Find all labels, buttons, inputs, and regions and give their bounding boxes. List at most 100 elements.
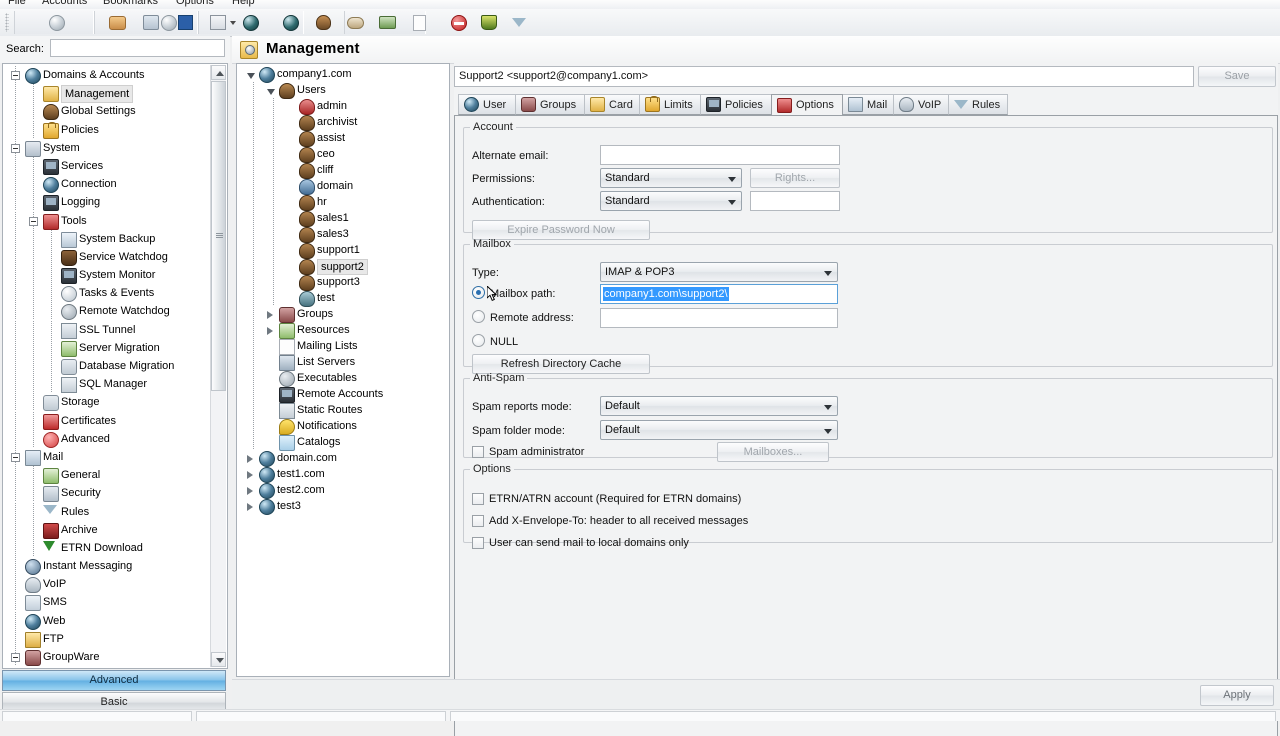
search-input[interactable]: [50, 39, 225, 57]
account-title-field[interactable]: Support2 <support2@company1.com>: [454, 66, 1194, 87]
forward-dropdown[interactable]: [228, 12, 238, 33]
sidebar-item-system[interactable]: System: [3, 138, 213, 157]
test-button[interactable]: [478, 12, 500, 33]
sidebar-item-rules[interactable]: Rules: [3, 502, 213, 521]
tree-item-groups[interactable]: Groups: [237, 306, 449, 323]
tab-policies[interactable]: Policies: [700, 94, 772, 115]
expander-toggle[interactable]: [29, 216, 38, 226]
sidebar-item-database-migration[interactable]: Database Migration: [3, 357, 213, 375]
tree-item-test2-com[interactable]: test2.com: [237, 482, 449, 499]
sidebar-item-archive[interactable]: Archive: [3, 520, 213, 539]
domain-button[interactable]: [280, 12, 302, 33]
sidebar-item-system-backup[interactable]: System Backup: [3, 229, 213, 248]
tree-item-mailing-lists[interactable]: Mailing Lists: [237, 338, 449, 355]
menu-item-accounts[interactable]: Accounts: [42, 0, 87, 7]
permissions-dropdown[interactable]: Standard: [600, 168, 742, 188]
remote-address-radio[interactable]: [472, 310, 485, 323]
expander-toggle[interactable]: [11, 653, 20, 662]
sidebar-item-certificates[interactable]: Certificates: [3, 411, 213, 430]
expander-toggle[interactable]: [267, 327, 273, 335]
navigation-scrollbar[interactable]: [210, 65, 226, 667]
mailbox-type-dropdown[interactable]: IMAP & POP3: [600, 262, 838, 282]
tab-rules[interactable]: Rules: [948, 94, 1008, 115]
tab-card[interactable]: Card: [584, 94, 640, 115]
filter-button[interactable]: [508, 12, 530, 41]
remote-address-field[interactable]: [600, 308, 838, 328]
tree-item-executables[interactable]: Executables: [237, 370, 449, 387]
mailbox-path-field[interactable]: company1.com\support2\: [600, 284, 838, 304]
local-domains-only-checkbox[interactable]: [472, 537, 484, 549]
tab-options[interactable]: Options: [771, 94, 843, 116]
globe-button[interactable]: [240, 12, 262, 33]
refresh-directory-cache-button[interactable]: Refresh Directory Cache: [472, 354, 650, 374]
apply-button[interactable]: Apply: [1200, 685, 1274, 706]
save-button[interactable]: Save: [1198, 66, 1276, 87]
sidebar-item-policies[interactable]: Policies: [3, 120, 213, 139]
domains-button[interactable]: [174, 12, 196, 33]
sidebar-item-management[interactable]: Management: [3, 84, 213, 104]
toolbar-grip-1[interactable]: [5, 13, 9, 32]
tree-item-hr[interactable]: hr: [237, 194, 449, 211]
expander-toggle[interactable]: [11, 71, 20, 80]
tree-item-admin[interactable]: admin: [237, 98, 449, 115]
sidebar-item-connection[interactable]: Connection: [3, 175, 213, 194]
scroll-up-button[interactable]: [211, 65, 226, 80]
user-button[interactable]: [312, 12, 334, 33]
sidebar-advanced-button[interactable]: Advanced: [2, 670, 226, 691]
expander-toggle[interactable]: [11, 143, 20, 153]
sidebar-item-sms[interactable]: SMS: [3, 593, 213, 612]
address-book-button[interactable]: [140, 12, 162, 33]
sidebar-item-global-settings[interactable]: Global Settings: [3, 102, 213, 121]
tree-item-support3[interactable]: support3: [237, 274, 449, 291]
tab-user[interactable]: User: [458, 94, 516, 115]
sidebar-item-sql-manager[interactable]: SQL Manager: [3, 375, 213, 394]
tab-limits[interactable]: Limits: [639, 94, 701, 115]
tree-item-cliff[interactable]: cliff: [237, 162, 449, 179]
tree-item-test3[interactable]: test3: [237, 498, 449, 515]
menu-item-file[interactable]: File: [8, 0, 26, 7]
statistics-button[interactable]: [207, 12, 229, 33]
tree-item-support2[interactable]: support2: [237, 258, 449, 275]
menu-item-help[interactable]: Help: [232, 0, 255, 7]
expander-toggle[interactable]: [267, 89, 275, 95]
null-radio[interactable]: [472, 334, 485, 347]
tree-item-assist[interactable]: assist: [237, 130, 449, 147]
tree-item-support1[interactable]: support1: [237, 242, 449, 259]
sidebar-item-general[interactable]: General: [3, 466, 213, 485]
accounts-button[interactable]: [106, 12, 128, 33]
tree-item-domain[interactable]: domain: [237, 178, 449, 195]
tree-item-users[interactable]: Users: [237, 82, 449, 99]
tree-item-domain-com[interactable]: domain.com: [237, 450, 449, 467]
sidebar-item-advanced[interactable]: Advanced: [3, 429, 213, 448]
sidebar-item-tools[interactable]: Tools: [3, 211, 213, 230]
authentication-dropdown[interactable]: Standard: [600, 191, 742, 211]
authentication-extra-field[interactable]: [750, 191, 840, 211]
resource-button[interactable]: [376, 12, 398, 33]
group-button[interactable]: [344, 12, 366, 33]
tree-item-sales1[interactable]: sales1: [237, 210, 449, 227]
sidebar-item-server-migration[interactable]: Server Migration: [3, 338, 213, 357]
sidebar-item-logging[interactable]: Logging: [3, 193, 213, 212]
rights-button[interactable]: Rights...: [750, 168, 840, 188]
tree-item-sales3[interactable]: sales3: [237, 226, 449, 243]
spam-folder-dropdown[interactable]: Default: [600, 420, 838, 440]
tab-mail[interactable]: Mail: [842, 94, 894, 115]
expander-toggle[interactable]: [247, 455, 253, 463]
scroll-thumb[interactable]: [211, 81, 226, 391]
spam-reports-dropdown[interactable]: Default: [600, 396, 838, 416]
expander-toggle[interactable]: [267, 311, 273, 319]
expander-toggle[interactable]: [247, 503, 253, 511]
sidebar-item-groupware[interactable]: GroupWare: [3, 648, 213, 666]
back-button[interactable]: [46, 12, 68, 33]
sidebar-item-tasks-events[interactable]: Tasks & Events: [3, 284, 213, 303]
tree-item-ceo[interactable]: ceo: [237, 146, 449, 163]
tree-item-test1-com[interactable]: test1.com: [237, 466, 449, 483]
expander-toggle[interactable]: [247, 73, 255, 79]
sidebar-item-service-watchdog[interactable]: Service Watchdog: [3, 247, 213, 266]
expander-toggle[interactable]: [247, 487, 253, 495]
menu-item-options[interactable]: Options: [176, 0, 214, 7]
expander-toggle[interactable]: [11, 452, 20, 462]
tree-item-static-routes[interactable]: Static Routes: [237, 402, 449, 419]
tree-item-list-servers[interactable]: List Servers: [237, 354, 449, 371]
tree-item-remote-accounts[interactable]: Remote Accounts: [237, 386, 449, 403]
